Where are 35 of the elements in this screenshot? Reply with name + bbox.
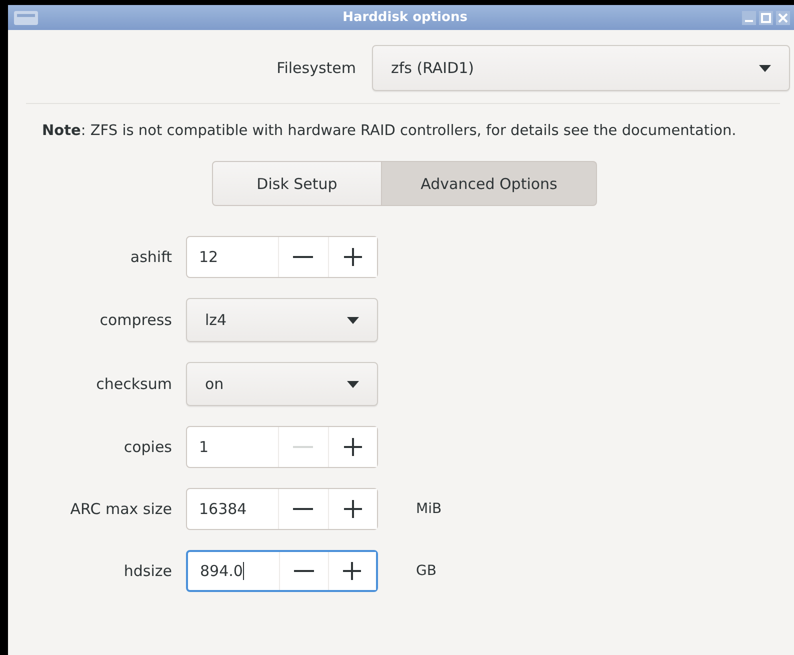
minus-icon xyxy=(293,256,314,258)
increment-button[interactable] xyxy=(328,237,377,277)
caret-icon xyxy=(347,380,359,388)
minus-icon xyxy=(293,446,314,448)
filesystem-label: Filesystem xyxy=(276,59,356,77)
option-label: hdsize xyxy=(122,562,172,580)
tab[interactable]: Advanced Options xyxy=(382,161,597,206)
spin-field[interactable]: 1 xyxy=(186,426,378,468)
minus-icon xyxy=(293,508,314,510)
filesystem-dropdown[interactable]: zfs (RAID1) xyxy=(372,45,790,91)
unit-label: MiB xyxy=(415,501,443,517)
window-title: Harddisk options xyxy=(342,10,468,25)
option-label: compress xyxy=(98,311,172,329)
plus-icon xyxy=(344,500,362,518)
plus-icon xyxy=(344,248,362,266)
unit-label: GB xyxy=(415,563,438,579)
caret-icon xyxy=(759,64,771,72)
increment-button[interactable] xyxy=(328,489,377,529)
tab[interactable]: Disk Setup xyxy=(212,161,382,206)
option-dropdown[interactable]: on xyxy=(186,362,378,406)
caret-icon xyxy=(347,316,359,324)
spin-field[interactable]: 16384 xyxy=(186,488,378,530)
increment-button[interactable] xyxy=(328,552,376,590)
option-label: copies xyxy=(122,438,172,456)
increment-button[interactable] xyxy=(328,427,377,467)
plus-icon xyxy=(343,562,362,580)
minus-icon xyxy=(294,570,314,572)
option-dropdown[interactable]: lz4 xyxy=(186,298,378,342)
option-label: ashift xyxy=(129,248,172,266)
plus-icon xyxy=(344,438,362,456)
option-label: ARC max size xyxy=(69,500,172,518)
option-label: checksum xyxy=(95,375,172,393)
spin-field[interactable]: 12 xyxy=(186,236,378,278)
spin-field[interactable]: 894.0 xyxy=(186,550,378,592)
note-text: Note: ZFS is not compatible with hardware RAID controllers, for details see the documentation. xyxy=(42,122,738,141)
